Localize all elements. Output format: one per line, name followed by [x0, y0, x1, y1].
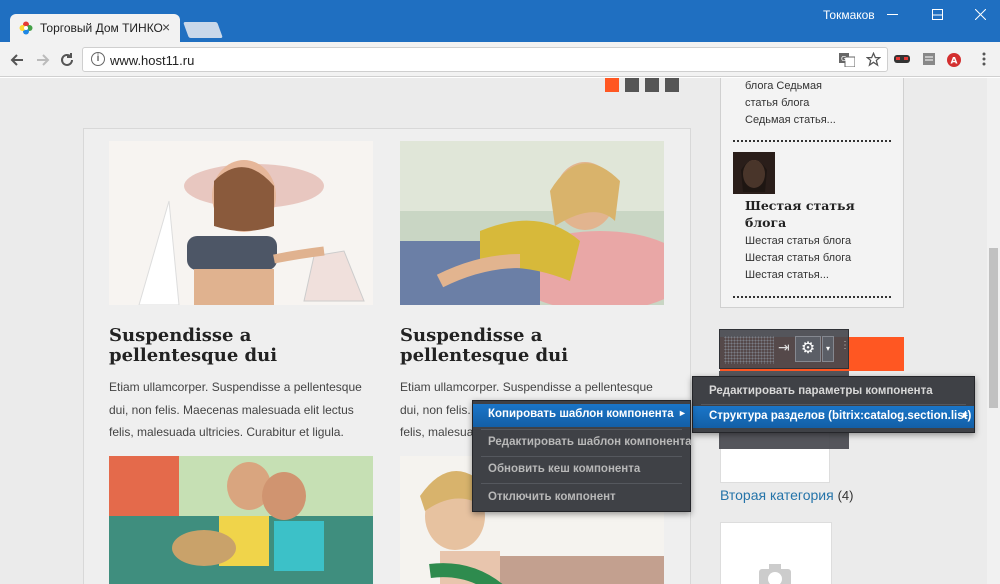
- extension-adblock-icon[interactable]: A: [946, 50, 964, 68]
- slider-dot[interactable]: [645, 78, 659, 92]
- slider-dot[interactable]: [665, 78, 679, 92]
- more-icon[interactable]: ⋮: [840, 340, 850, 351]
- news-block: Suspendisse a pellentesque dui Etiam ull…: [83, 128, 691, 584]
- scrollbar-thumb[interactable]: [989, 248, 998, 408]
- minimize-icon-glyph: [887, 14, 898, 15]
- copy-template-label: Копировать шаблон компонента: [488, 408, 674, 420]
- extension-page-icon[interactable]: [920, 50, 938, 68]
- submenu-arrow-icon: ►: [961, 410, 970, 420]
- category-name[interactable]: Вторая категория: [720, 487, 834, 503]
- card-2-title[interactable]: Suspendisse a pellentesque dui: [400, 326, 670, 366]
- gear-icon[interactable]: ⚙: [795, 336, 821, 362]
- article-excerpt-line: Шестая статья...: [745, 269, 829, 281]
- new-tab-button[interactable]: [183, 22, 223, 38]
- disable-component-item[interactable]: Отключить компонент: [473, 487, 690, 509]
- component-settings-menu: Редактировать параметры компонента Струк…: [692, 376, 975, 433]
- title-bar: Торговый Дом ТИНКО × Токмаков: [0, 0, 1000, 42]
- article-thumbnail[interactable]: [733, 152, 775, 194]
- slider-dot[interactable]: [605, 78, 619, 92]
- menu-separator: [701, 404, 966, 405]
- maximize-icon-glyph: [932, 9, 943, 20]
- prev-article-line: Седьмая статья...: [745, 114, 836, 126]
- article-excerpt: Шестая статья блога Шестая статья блога …: [745, 233, 851, 284]
- card-2-text-line: Etiam ullamcorper. Suspendisse a pellent…: [400, 380, 653, 394]
- page-scrollbar[interactable]: [987, 78, 1000, 584]
- url-text[interactable]: www.host11.ru: [110, 53, 194, 68]
- close-window-icon[interactable]: [960, 4, 1000, 26]
- prev-article-text[interactable]: блога Седьмая статья блога Седьмая стать…: [745, 78, 836, 129]
- forward-icon[interactable]: [32, 50, 52, 70]
- card-2-image[interactable]: [400, 141, 664, 305]
- component-template-menu: Копировать шаблон компонента ► Редактиро…: [472, 400, 692, 512]
- submenu-arrow-icon: ►: [678, 408, 687, 418]
- prev-article-line: статья блога: [745, 97, 810, 109]
- admin-component-panel[interactable]: ⇥ ⚙ ▾ ⋮: [719, 329, 850, 369]
- card-1-text-line: felis, malesuada ultricies. Curabitur et…: [109, 425, 344, 439]
- tab-title: Торговый Дом ТИНКО: [40, 21, 163, 35]
- menu-separator: [481, 429, 682, 430]
- section-structure-label: Структура разделов (bitrix:catalog.secti…: [709, 410, 972, 422]
- card-1-image[interactable]: [109, 141, 373, 305]
- card-1-text-line: Etiam ullamcorper. Suspendisse a pellent…: [109, 380, 362, 394]
- article-title-line: Шестая статья: [745, 198, 855, 213]
- browser-toolbar: i www.host11.ru G A: [0, 42, 1000, 77]
- refresh-cache-item[interactable]: Обновить кеш компонента: [473, 459, 690, 481]
- tab-close-icon[interactable]: ×: [162, 19, 170, 35]
- svg-text:A: A: [951, 57, 958, 67]
- article-excerpt-line: Шестая статья блога: [745, 252, 852, 264]
- article-title[interactable]: Шестая статья блога: [745, 197, 855, 231]
- category-link[interactable]: Вторая категория (4): [720, 487, 853, 503]
- card-1-title[interactable]: Suspendisse a pellentesque dui: [109, 326, 379, 366]
- prev-article-line: блога Седьмая: [745, 80, 823, 92]
- section-structure-item[interactable]: Структура разделов (bitrix:catalog.secti…: [693, 406, 974, 428]
- extension-mask-icon[interactable]: [893, 50, 911, 68]
- address-bar[interactable]: i www.host11.ru G: [82, 47, 888, 72]
- site-info-icon[interactable]: i: [91, 52, 105, 66]
- profile-name[interactable]: Токмаков: [823, 8, 875, 22]
- article-excerpt-line: Шестая статья блога: [745, 235, 852, 247]
- site-favicon-icon: [19, 21, 33, 35]
- article-divider: [733, 296, 891, 298]
- drag-handle[interactable]: [724, 336, 774, 364]
- category-count: (4): [837, 488, 854, 503]
- edit-component-params-item[interactable]: Редактировать параметры компонента: [693, 382, 974, 404]
- back-icon[interactable]: [8, 50, 28, 70]
- page-viewport: Suspendisse a pellentesque dui Etiam ull…: [0, 78, 987, 584]
- svg-text:G: G: [841, 55, 846, 63]
- bookmark-star-icon[interactable]: [866, 52, 881, 67]
- menu-separator: [481, 483, 682, 484]
- article-divider: [733, 140, 891, 142]
- menu-separator: [481, 456, 682, 457]
- edit-template-item[interactable]: Редактировать шаблон компонента: [473, 432, 692, 454]
- translate-icon[interactable]: G: [839, 53, 855, 67]
- card-1-text-line: dui, non felis. Maecenas malesuada elit …: [109, 402, 354, 417]
- card-1-text: Etiam ullamcorper. Suspendisse a pellent…: [109, 376, 379, 444]
- article-title-line: блога: [745, 215, 787, 230]
- slider-dot[interactable]: [625, 78, 639, 92]
- category-image-box[interactable]: [720, 522, 832, 584]
- blog-sidebar: блога Седьмая статья блога Седьмая стать…: [720, 78, 904, 308]
- card-3-image[interactable]: [109, 456, 373, 584]
- chevron-down-icon[interactable]: ▾: [822, 336, 834, 362]
- camera-placeholder-icon: [759, 564, 791, 584]
- reload-icon[interactable]: [57, 50, 77, 70]
- browser-tab[interactable]: Торговый Дом ТИНКО ×: [10, 14, 180, 42]
- chrome-menu-icon[interactable]: [975, 50, 993, 68]
- pin-icon[interactable]: ⇥: [778, 339, 790, 356]
- copy-template-item[interactable]: Копировать шаблон компонента: [473, 404, 690, 427]
